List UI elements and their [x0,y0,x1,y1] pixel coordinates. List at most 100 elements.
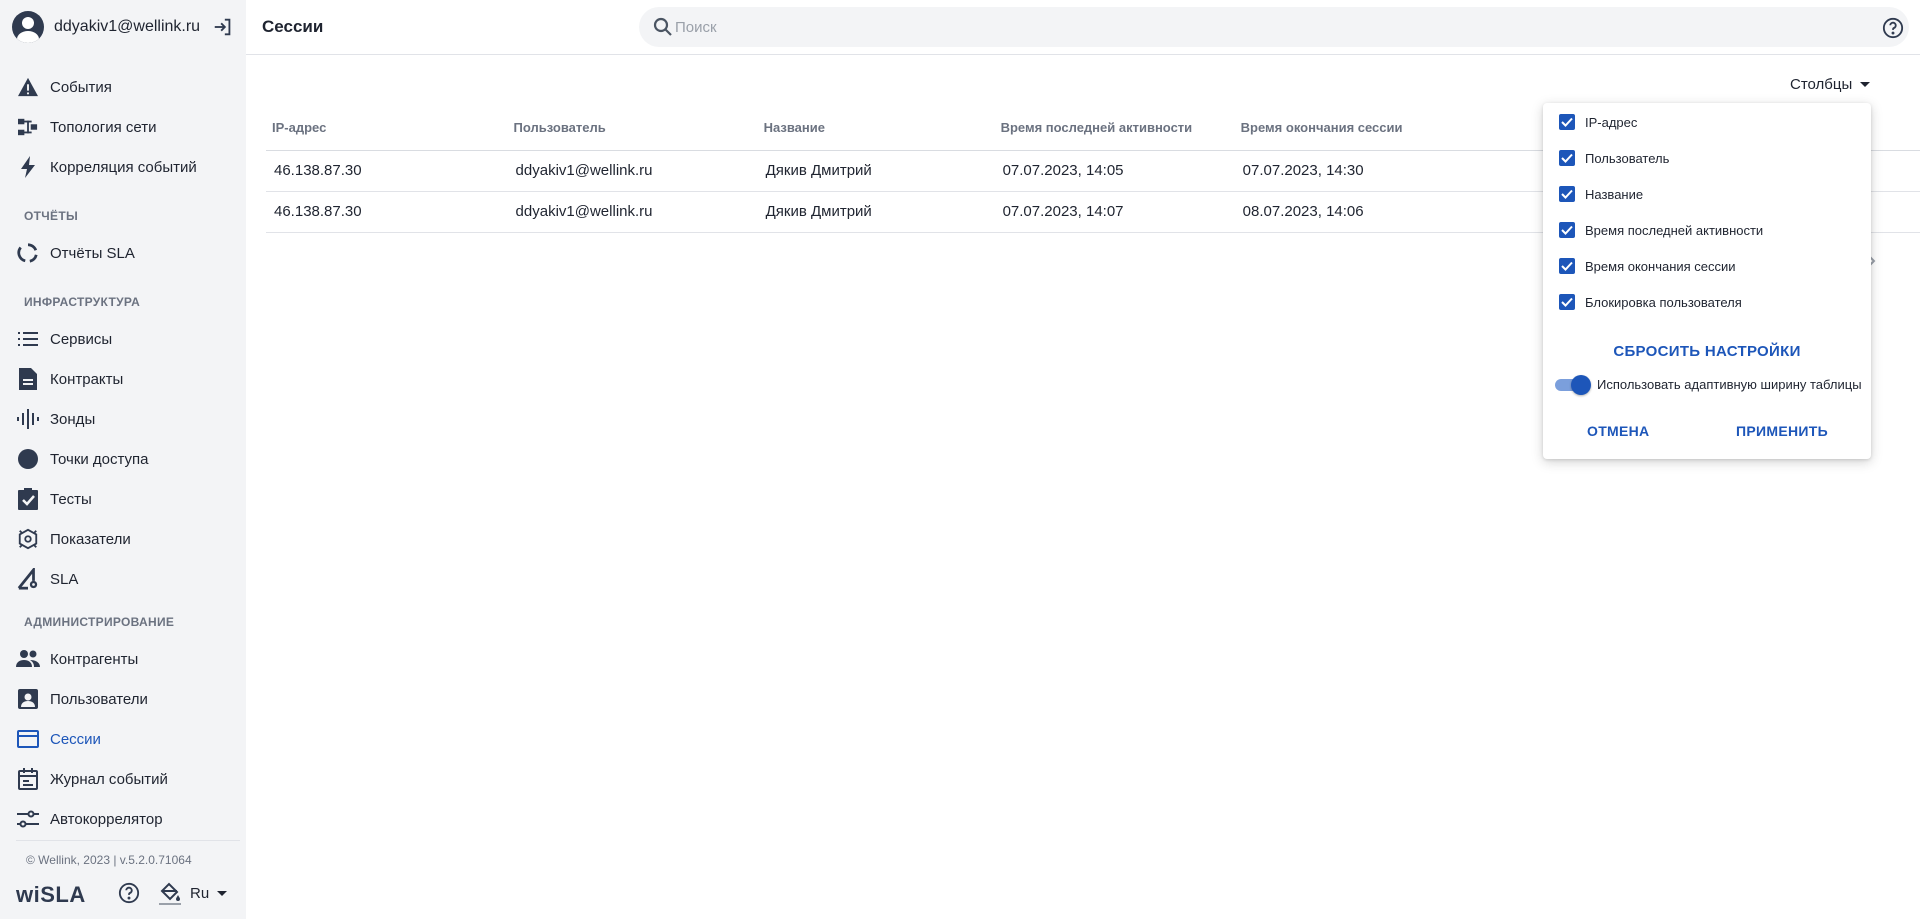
help-icon[interactable] [1882,17,1904,44]
column-option-label: Название [1585,186,1644,202]
sidebar-item-label: Топология сети [50,118,157,136]
sidebar-item-probes[interactable]: Зонды [0,401,246,437]
current-user-email: ddyakiv1@wellink.ru [54,18,201,35]
cell-user: ddyakiv1@wellink.ru [507,150,758,192]
sidebar-item-label: SLA [50,570,79,588]
clipboard-check-icon [16,487,40,511]
sidebar-divider [16,840,240,841]
section-infrastructure: ИНФРАСТРУКТУРА [24,295,141,309]
columns-popover: IP-адрес Пользователь Название Время пос… [1543,103,1871,459]
sidebar-item-label: Тесты [50,490,92,508]
calendar-icon [16,767,40,791]
browser-window-icon [16,727,40,751]
column-option-label: Время последней активности [1585,222,1764,238]
search-input[interactable] [675,7,1855,47]
sidebar-item-services[interactable]: Сервисы [0,321,246,357]
cell-user: ddyakiv1@wellink.ru [507,191,758,233]
sidebar-item-label: Журнал событий [50,770,168,788]
sidebar-item-label: Корреляция событий [50,158,197,176]
column-option-label: Время окончания сессии [1585,258,1736,274]
top-bar: Сессии [246,0,1920,55]
cell-last-activity: 07.07.2023, 14:07 [994,191,1235,233]
avatar[interactable] [12,11,44,43]
checkbox-checked-icon[interactable] [1559,258,1575,274]
sidebar-item-tests[interactable]: Тесты [0,481,246,517]
columns-button-label: Столбцы [1790,76,1853,93]
column-option-session-end[interactable]: Время окончания сессии [1559,256,1736,276]
cancel-button[interactable]: ОТМЕНА [1587,423,1649,439]
warning-icon [16,75,40,99]
list-icon [16,327,40,351]
cell-ip: 46.138.87.30 [266,150,508,192]
language-value: Ru [190,885,210,902]
sidebar-item-autocorrelator[interactable]: Автокоррелятор [0,801,246,837]
column-option-label: IP-адрес [1585,114,1638,130]
reset-settings-button[interactable]: СБРОСИТЬ НАСТРОЙКИ [1543,343,1871,360]
section-administration: АДМИНИСТРИРОВАНИЕ [24,615,175,629]
sidebar-item-correlation[interactable]: Корреляция событий [0,149,246,185]
checkbox-checked-icon[interactable] [1559,222,1575,238]
sidebar-item-sla-reports[interactable]: Отчёты SLA [0,235,246,271]
columns-button[interactable]: Столбцы [1790,76,1871,93]
sidebar-item-label: События [50,78,112,96]
language-selector[interactable]: Ru [190,885,228,902]
chevron-down-icon [1860,82,1871,87]
column-header-user[interactable]: Пользователь [507,106,758,151]
column-option-label: Блокировка пользователя [1585,294,1742,310]
topology-icon [16,115,40,139]
sidebar-item-users[interactable]: Пользователи [0,681,246,717]
sidebar-item-events[interactable]: События [0,69,246,105]
cell-name: Дякив Дмитрий [757,191,995,233]
paint-bucket-icon[interactable] [159,882,181,911]
section-reports: ОТЧЁТЫ [24,209,79,223]
people-icon [16,647,40,671]
sidebar-item-label: Показатели [50,530,131,548]
sidebar-item-event-log[interactable]: Журнал событий [0,761,246,797]
column-option-last-activity[interactable]: Время последней активности [1559,220,1763,240]
sidebar-item-sla[interactable]: SLA [0,561,246,597]
sidebar-item-metrics[interactable]: Показатели [0,521,246,557]
adaptive-width-toggle[interactable] [1553,374,1591,396]
column-option-name[interactable]: Название [1559,184,1643,204]
sidebar-item-sessions[interactable]: Сессии [0,721,246,757]
checkbox-checked-icon[interactable] [1559,186,1575,202]
sidebar: ddyakiv1@wellink.ru События Топология се… [0,0,246,919]
sidebar-item-label: Автокоррелятор [50,810,163,828]
checkbox-checked-icon[interactable] [1559,114,1575,130]
column-header-ip[interactable]: IP-адрес [266,106,508,151]
sidebar-item-topology[interactable]: Топология сети [0,109,246,145]
sidebar-item-contracts[interactable]: Контракты [0,361,246,397]
help-icon[interactable] [118,882,140,909]
sidebar-item-counterparties[interactable]: Контрагенты [0,641,246,677]
sidebar-bottom-bar: wiSLA Ru [16,880,228,910]
toggle-knob [1571,375,1591,395]
sidebar-item-access-points[interactable]: Точки доступа [0,441,246,477]
sidebar-user-header: ddyakiv1@wellink.ru [0,0,246,54]
column-header-last-activity[interactable]: Время последней активности [994,106,1235,151]
cell-ip: 46.138.87.30 [266,191,508,233]
column-option-user[interactable]: Пользователь [1559,148,1669,168]
sidebar-item-label: Зонды [50,410,96,428]
column-option-ip[interactable]: IP-адрес [1559,112,1637,132]
column-header-name[interactable]: Название [757,106,995,151]
search-bar[interactable] [639,7,1909,47]
apply-button[interactable]: ПРИМЕНИТЬ [1736,423,1828,439]
logout-icon[interactable] [212,16,234,38]
sidebar-item-label: Пользователи [50,690,148,708]
user-card-icon [16,687,40,711]
probe-icon [16,407,40,431]
checkbox-checked-icon[interactable] [1559,294,1575,310]
column-option-label: Пользователь [1585,150,1670,166]
chevron-down-icon [217,891,228,896]
sla-report-icon [16,241,40,265]
brand-logo: wiSLA [16,882,86,907]
sla-icon [16,567,40,591]
column-option-user-block[interactable]: Блокировка пользователя [1559,292,1742,312]
checkbox-checked-icon[interactable] [1559,150,1575,166]
sidebar-item-label: Контракты [50,370,124,388]
lightning-icon [16,155,40,179]
cell-last-activity: 07.07.2023, 14:05 [994,150,1235,192]
cell-name: Дякив Дмитрий [757,150,995,192]
search-icon [653,17,673,42]
document-icon [16,367,40,391]
